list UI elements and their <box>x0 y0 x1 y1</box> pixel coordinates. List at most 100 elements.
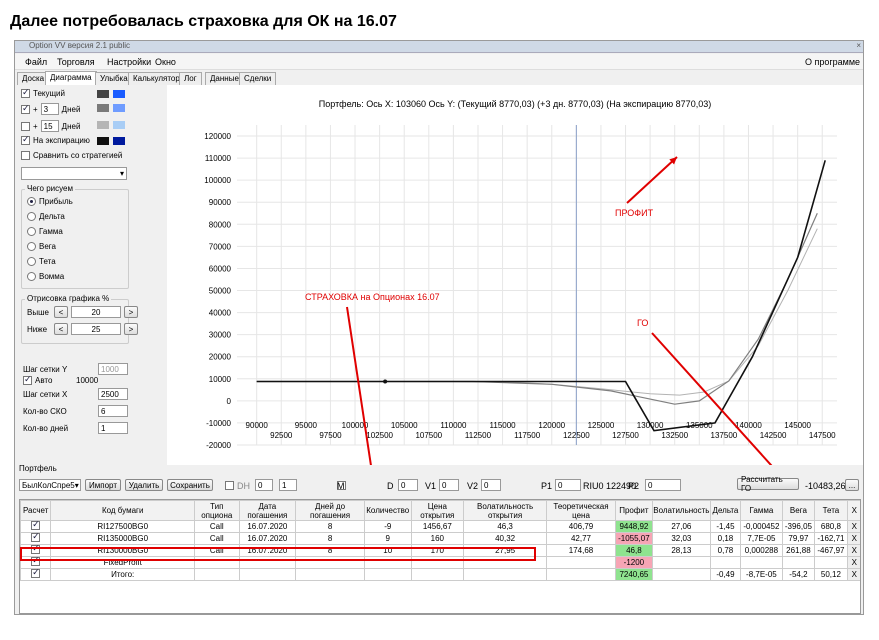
row-calc-cell[interactable] <box>20 567 52 581</box>
v2-input[interactable]: 0 <box>481 479 501 491</box>
row-checkbox[interactable] <box>31 519 41 530</box>
save-button[interactable]: Сохранить <box>167 479 213 491</box>
what-delta[interactable]: Дельта <box>27 212 65 221</box>
above-next-button[interactable]: > <box>124 306 138 318</box>
plus3-dark-swatch[interactable] <box>97 104 109 112</box>
col-expiry[interactable]: Дата погашения <box>238 500 297 521</box>
col-theta[interactable]: Тета <box>814 500 848 521</box>
row-open-vol[interactable]: 46,3 <box>463 520 548 533</box>
delete-button[interactable]: Удалить <box>125 479 163 491</box>
expiry-light-swatch[interactable] <box>113 137 125 145</box>
p1-input[interactable]: 0 <box>555 479 581 491</box>
days-input[interactable]: 1 <box>98 422 128 434</box>
row-qty[interactable]: 9 <box>363 532 412 545</box>
close-icon[interactable]: × <box>856 41 861 50</box>
vomma-radio[interactable] <box>27 272 36 281</box>
delta-radio[interactable] <box>27 212 36 221</box>
row-remove-button[interactable]: X <box>846 556 860 569</box>
col-vol[interactable]: Волатильность <box>651 500 711 521</box>
row-remove-button[interactable]: X <box>846 544 860 557</box>
menu-window[interactable]: Окно <box>155 57 176 67</box>
menu-settings[interactable]: Настройки <box>107 57 151 67</box>
row-checkbox[interactable] <box>31 531 41 542</box>
plus15-light-swatch[interactable] <box>113 121 125 129</box>
table-row[interactable]: RI127500BG0 Call 16.07.2020 8 -9 1456,67… <box>20 519 860 533</box>
col-days[interactable]: Дней до погашения <box>295 500 365 521</box>
row-checkbox[interactable] <box>31 567 41 578</box>
what-profit[interactable]: Прибыль <box>27 197 73 206</box>
above-input[interactable]: 20 <box>71 306 121 318</box>
d-input[interactable]: 0 <box>398 479 418 491</box>
current-checkbox[interactable] <box>21 87 30 98</box>
col-open-price[interactable]: Цена открытия <box>410 500 465 521</box>
plus15-input[interactable]: 15 <box>40 120 59 132</box>
p2-input[interactable]: 0 <box>645 479 681 491</box>
tab-log[interactable]: Лог <box>179 72 202 85</box>
col-theor[interactable]: Теоретическая цена <box>546 500 616 521</box>
below-prev-button[interactable]: < <box>54 323 68 335</box>
expiry-checkbox[interactable] <box>21 134 30 145</box>
theta-radio[interactable] <box>27 257 36 266</box>
grid-x-input[interactable]: 2500 <box>98 388 128 400</box>
row-open-price[interactable]: 1456,67 <box>410 520 465 533</box>
menu-trade[interactable]: Торговля <box>57 57 95 67</box>
col-vega[interactable]: Вега <box>781 500 816 521</box>
cko-input[interactable]: 6 <box>98 405 128 417</box>
table-row[interactable]: RI135000BG0 Call 16.07.2020 8 9 160 40,3… <box>20 531 860 545</box>
dh-first-input[interactable]: 0 <box>255 479 273 491</box>
what-vega[interactable]: Вега <box>27 242 56 251</box>
plus3-checkbox[interactable] <box>21 103 30 114</box>
below-input[interactable]: 25 <box>71 323 121 335</box>
compare-checkbox[interactable] <box>21 151 30 160</box>
grid-y-input[interactable]: 1000 <box>98 363 128 375</box>
col-profit[interactable]: Профит <box>614 500 653 521</box>
what-gamma[interactable]: Гамма <box>27 227 63 236</box>
col-code[interactable]: Код бумаги <box>50 500 196 521</box>
col-qty[interactable]: Количество <box>363 500 412 521</box>
row-open-vol[interactable]: 40,32 <box>463 532 548 545</box>
plus3-light-swatch[interactable] <box>113 104 125 112</box>
expiry-dark-swatch[interactable] <box>97 137 109 145</box>
col-type[interactable]: Тип опциона <box>194 500 240 521</box>
col-calc[interactable]: Расчет <box>20 500 52 521</box>
tab-diagram[interactable]: Диаграмма <box>45 71 97 85</box>
gamma-radio[interactable] <box>27 227 36 236</box>
import-button[interactable]: Импорт <box>85 479 121 491</box>
vega-radio[interactable] <box>27 242 36 251</box>
row-remove-button[interactable]: X <box>846 532 860 545</box>
above-prev-button[interactable]: < <box>54 306 68 318</box>
plus15-checkbox[interactable] <box>21 121 30 131</box>
col-delta[interactable]: Дельта <box>709 500 742 521</box>
dh-second-input[interactable]: 1 <box>279 479 297 491</box>
tab-deals[interactable]: Сделки <box>239 72 277 85</box>
row-open-price[interactable]: 160 <box>410 532 465 545</box>
profit-radio[interactable] <box>27 197 36 206</box>
what-vomma[interactable]: Вомма <box>27 272 64 281</box>
row-remove-button[interactable]: X <box>846 568 860 581</box>
profit-chart[interactable]: Портфель: Ось X: 103060 Ось Y: (Текущий … <box>167 85 863 465</box>
dh-checkbox[interactable] <box>225 481 234 490</box>
strategy-dropdown[interactable]: ▾ <box>21 167 127 180</box>
col-gamma[interactable]: Гамма <box>740 500 783 521</box>
row-remove-button[interactable]: X <box>846 520 860 533</box>
auto-row: Авто 10000 <box>23 374 98 385</box>
calc-go-button[interactable]: Рассчитать ГО <box>737 475 799 493</box>
plus15-dark-swatch[interactable] <box>97 121 109 129</box>
more-button[interactable]: ... <box>845 479 859 491</box>
col-open-vol[interactable]: Волатильность открытия <box>463 500 548 521</box>
current-dark-swatch[interactable] <box>97 90 109 98</box>
menu-about[interactable]: О программе <box>805 57 860 67</box>
current-light-swatch[interactable] <box>113 90 125 98</box>
row-expiry: 16.07.2020 <box>238 532 297 545</box>
tab-calculator[interactable]: Калькулятор <box>128 72 185 85</box>
auto-checkbox[interactable] <box>23 374 32 385</box>
account-dropdown[interactable]: БылКолСпре5 ▾ <box>19 479 81 491</box>
chart-area[interactable]: Портфель: Ось X: 103060 Ось Y: (Текущий … <box>167 85 863 465</box>
plus3-input[interactable]: 3 <box>40 103 59 115</box>
what-theta[interactable]: Тета <box>27 257 56 266</box>
fixed-profit[interactable]: -1200 <box>614 556 653 569</box>
v1-input[interactable]: 0 <box>439 479 459 491</box>
menu-file[interactable]: Файл <box>25 57 47 67</box>
row-qty[interactable]: -9 <box>363 520 412 533</box>
below-next-button[interactable]: > <box>124 323 138 335</box>
